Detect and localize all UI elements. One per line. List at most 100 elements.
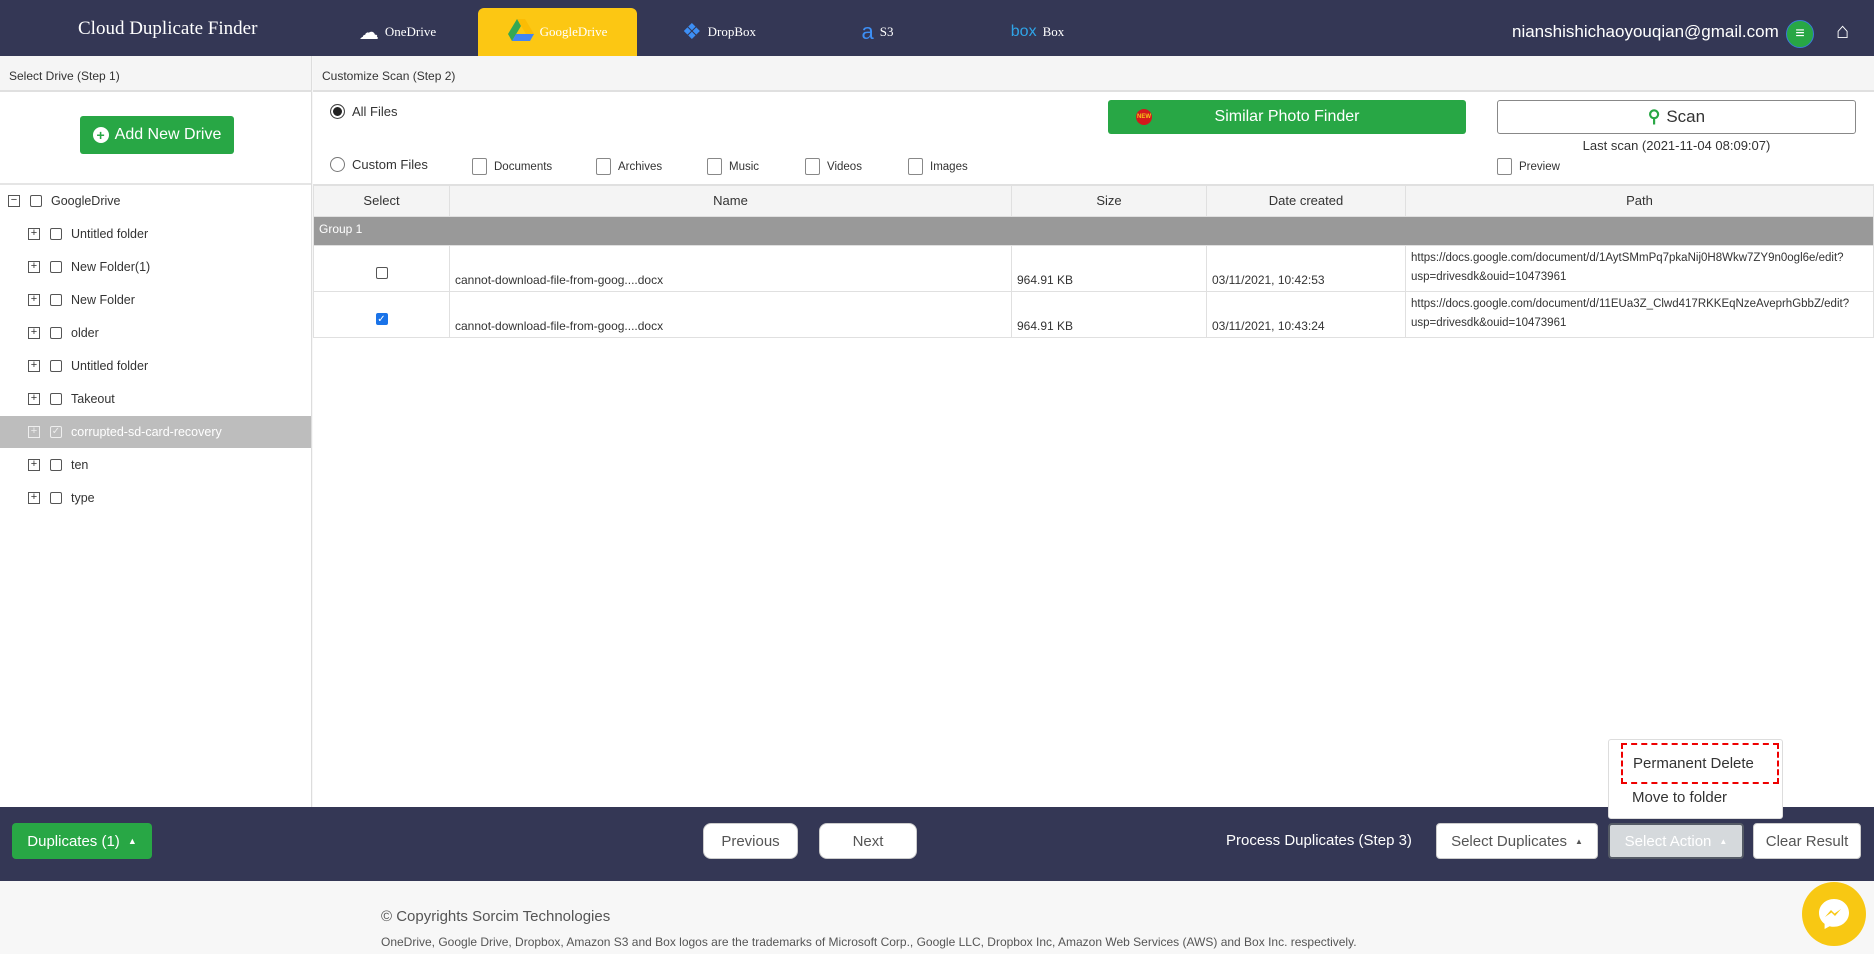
tree-item[interactable]: + Untitled folder [0,350,311,382]
expand-icon[interactable]: + [28,228,40,240]
add-new-drive-button[interactable]: + Add New Drive [80,116,234,154]
col-name: Name [449,184,1012,217]
table-row: cannot-download-file-from-goog....docx 9… [313,244,1874,292]
similar-photo-finder-button[interactable]: NEW Similar Photo Finder [1108,100,1466,134]
checkbox[interactable] [50,393,62,405]
tab-googledrive[interactable]: GoogleDrive [478,8,637,56]
tree-item[interactable]: + New Folder(1) [0,251,311,283]
next-button[interactable]: Next [819,823,917,859]
caret-up-icon: ▲ [1574,836,1583,846]
file-date: 03/11/2021, 10:42:53 [1206,244,1406,292]
checkbox[interactable] [50,294,62,306]
checkbox[interactable] [50,261,62,273]
expand-icon[interactable]: + [28,393,40,405]
documents-checkbox[interactable]: Documents [472,158,552,175]
row-checkbox[interactable] [375,266,388,279]
videos-checkbox[interactable]: Videos [805,158,862,175]
step3-label: Process Duplicates (Step 3) [1226,832,1412,849]
checkbox[interactable] [30,195,42,207]
duplicates-button[interactable]: Duplicates (1) ▲ [12,823,152,859]
file-date: 03/11/2021, 10:43:24 [1206,290,1406,338]
scan-button[interactable]: ⚲ Scan [1497,100,1856,134]
expand-icon[interactable]: + [28,360,40,372]
home-icon[interactable]: ⌂ [1836,18,1849,44]
menu-item-move-to-folder[interactable]: Move to folder [1632,789,1727,806]
col-select: Select [313,184,450,217]
col-size: Size [1011,184,1207,217]
expand-icon[interactable]: + [28,459,40,471]
dropbox-icon: ❖ [681,19,702,44]
search-icon: ⚲ [1647,107,1661,126]
amazon-s3-icon: a [861,19,874,44]
all-files-radio[interactable]: All Files [330,104,398,119]
app-title: Cloud Duplicate Finder [78,18,258,39]
file-size: 964.91 KB [1011,244,1207,292]
caret-up-icon: ▲ [1719,836,1728,846]
expand-icon[interactable]: + [28,426,40,438]
messenger-chat-icon[interactable] [1802,882,1866,946]
onedrive-icon: ☁ [358,21,379,44]
caret-up-icon: ▲ [127,836,137,846]
footer-trademark: OneDrive, Google Drive, Dropbox, Amazon … [381,935,1357,949]
checkbox[interactable] [50,492,62,504]
expand-icon[interactable]: + [28,294,40,306]
file-size: 964.91 KB [1011,290,1207,338]
file-name: cannot-download-file-from-goog....docx [449,244,1012,292]
step2-header: Customize Scan (Step 2) [313,56,1874,92]
table-row: ✓ cannot-download-file-from-goog....docx… [313,290,1874,338]
googledrive-icon [507,19,534,45]
expand-icon[interactable]: + [28,492,40,504]
tab-onedrive[interactable]: ☁ OneDrive [350,8,445,56]
step1-header: Select Drive (Step 1) [0,56,312,92]
tree-item[interactable]: + ten [0,449,311,481]
col-path: Path [1405,184,1874,217]
custom-files-radio[interactable]: Custom Files [330,157,428,172]
checkbox[interactable] [50,327,62,339]
checkbox[interactable]: ✓ [50,426,62,438]
tab-box[interactable]: box Box [1005,8,1070,56]
archives-checkbox[interactable]: Archives [596,158,662,175]
clear-result-button[interactable]: Clear Result [1753,823,1861,859]
previous-button[interactable]: Previous [703,823,798,859]
new-badge-icon: NEW [1136,109,1152,125]
tab-s3[interactable]: a S3 [850,8,905,56]
menu-icon[interactable]: ≡ [1786,20,1814,48]
bottom-bar: Duplicates (1) ▲ Previous Next Process Du… [0,807,1874,881]
menu-item-permanent-delete[interactable]: Permanent Delete [1621,743,1779,784]
scan-panel: All Files Custom Files Documents Archive… [313,92,1874,807]
drive-panel: + Add New Drive − GoogleDrive + Untitled fo… [0,92,312,807]
app-header: Cloud Duplicate Finder ☁ OneDrive GoogleD… [0,0,1874,56]
collapse-icon[interactable]: − [8,195,20,207]
select-duplicates-button[interactable]: Select Duplicates ▲ [1436,823,1598,859]
file-path: https://docs.google.com/document/d/1AytS… [1405,244,1874,292]
footer-copyright: © Copyrights Sorcim Technologies [381,908,611,925]
user-email: nianshishichaoyouqian@gmail.com [1512,22,1779,41]
tree-item[interactable]: + Takeout [0,383,311,415]
last-scan-text: Last scan (2021-11-04 08:09:07) [1582,138,1771,153]
duplicates-table: Select Name Size Date created Path Group… [313,184,1874,338]
preview-checkbox[interactable]: Preview [1497,158,1560,175]
plus-circle-icon: + [92,127,109,143]
tree-item[interactable]: + New Folder [0,284,311,316]
select-action-button[interactable]: Select Action ▲ [1608,823,1744,859]
checkbox[interactable] [50,228,62,240]
tree-item[interactable]: + ✓ corrupted-sd-card-recovery [0,416,311,448]
expand-icon[interactable]: + [28,327,40,339]
row-checkbox[interactable]: ✓ [375,312,388,325]
expand-icon[interactable]: + [28,261,40,273]
group-header: Group 1 [313,215,1874,246]
checkbox[interactable] [50,459,62,471]
tree-item[interactable]: + older [0,317,311,349]
tab-dropbox[interactable]: ❖ DropBox [675,8,763,56]
file-name: cannot-download-file-from-goog....docx [449,290,1012,338]
tree-item[interactable]: + type [0,482,311,514]
file-path: https://docs.google.com/document/d/11EUa… [1405,290,1874,338]
tree-root[interactable]: − GoogleDrive [0,185,311,217]
music-checkbox[interactable]: Music [707,158,759,175]
box-icon: box [1010,23,1037,40]
col-date: Date created [1206,184,1406,217]
tree-item[interactable]: + Untitled folder [0,218,311,250]
checkbox[interactable] [50,360,62,372]
action-dropdown-menu: Permanent Delete Move to folder [1608,739,1783,819]
images-checkbox[interactable]: Images [908,158,968,175]
